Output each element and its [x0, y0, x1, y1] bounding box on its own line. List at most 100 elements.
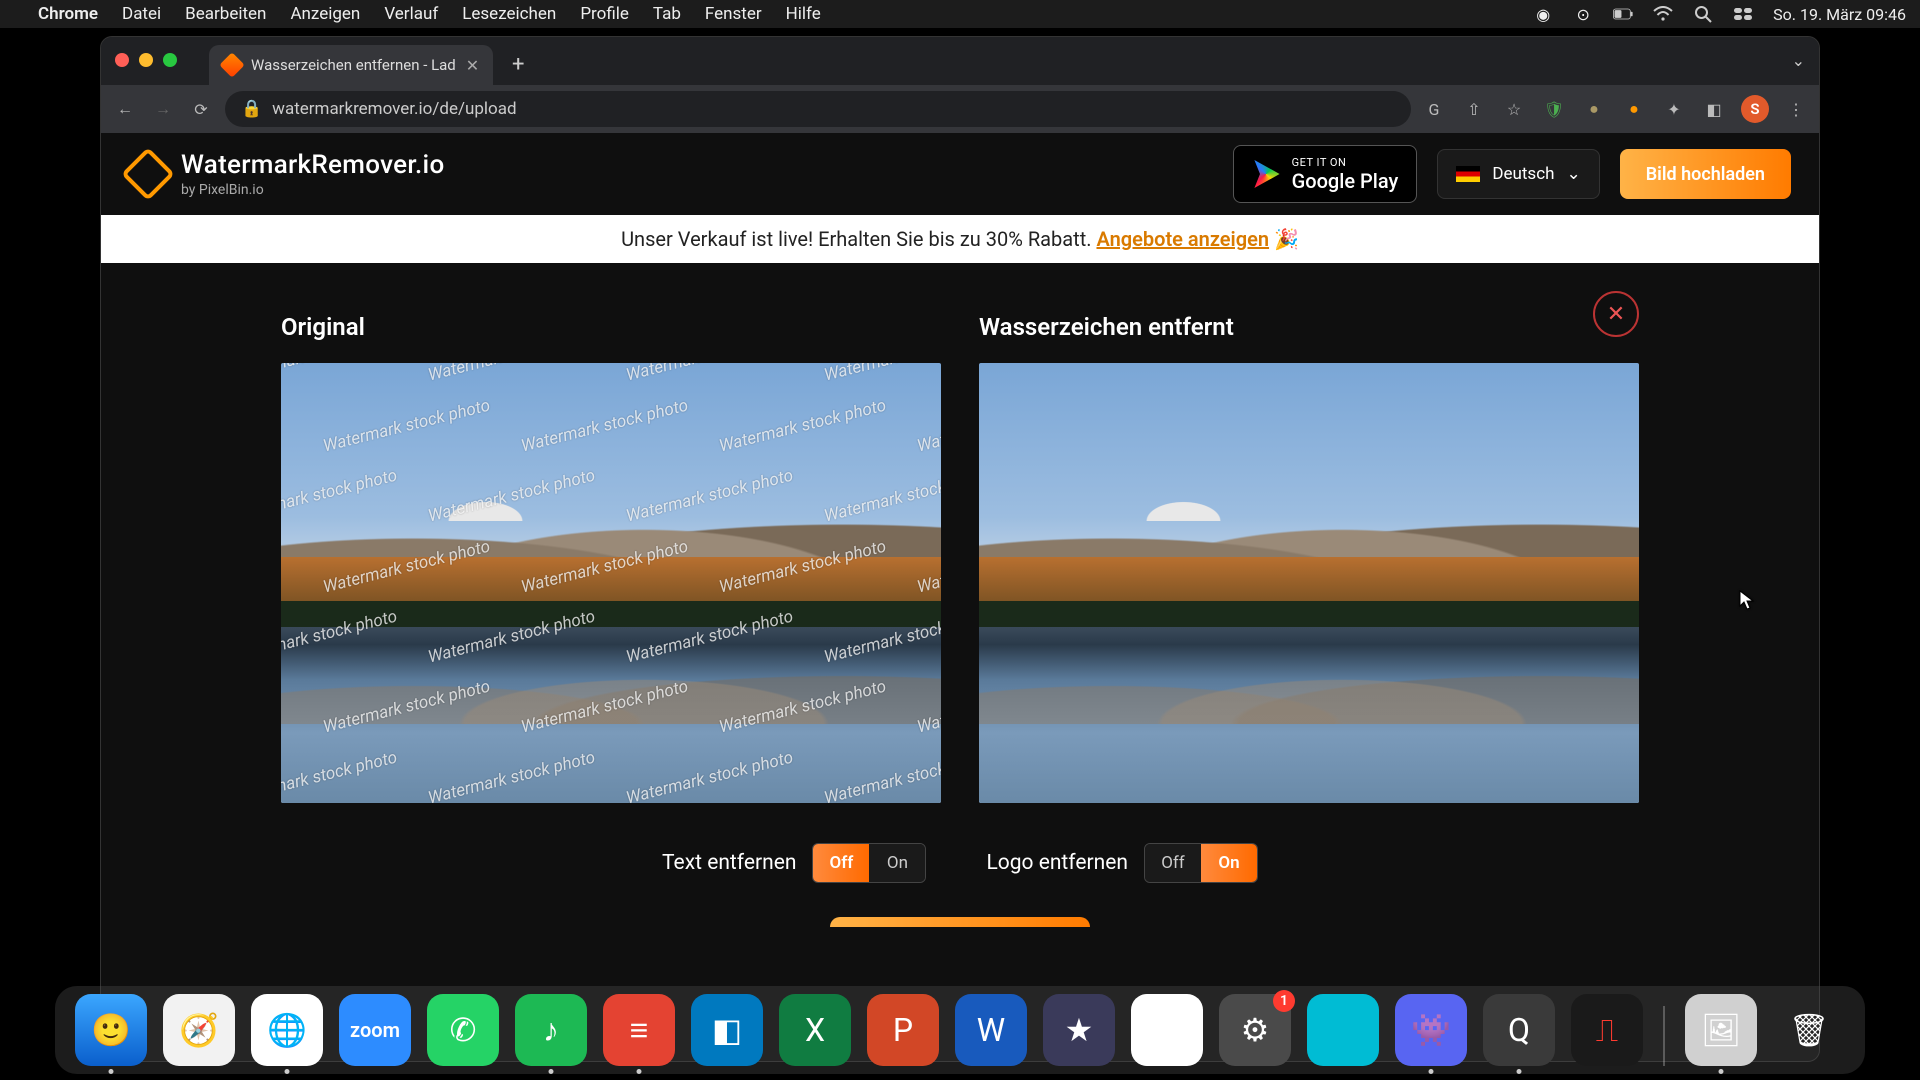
original-image: Watermark stock photoWatermark stock pho… [281, 363, 941, 803]
brand-name: WatermarkRemover.io [181, 150, 445, 180]
reload-button[interactable]: ⟳ [187, 95, 215, 123]
menu-fenster[interactable]: Fenster [705, 4, 762, 24]
spotlight-icon[interactable] [1693, 4, 1713, 24]
minimize-window-button[interactable] [139, 53, 153, 67]
logo-remove-label: Logo entfernen [986, 851, 1128, 875]
dock-powerpoint[interactable]: P [867, 994, 939, 1066]
mouse-cursor [1739, 590, 1755, 612]
extension-icon-2[interactable]: ● [1621, 96, 1647, 122]
menu-verlauf[interactable]: Verlauf [384, 4, 438, 24]
original-heading: Original [281, 313, 941, 341]
result-heading: Wasserzeichen entfernt [979, 313, 1639, 341]
controls-row: Text entfernen Off On Logo entfernen Off… [281, 843, 1639, 883]
gplay-small-text: GET IT ON [1292, 156, 1399, 169]
menu-bearbeiten[interactable]: Bearbeiten [185, 4, 266, 24]
bookmark-icon[interactable]: ☆ [1501, 96, 1527, 122]
window-controls [115, 53, 177, 67]
promo-emoji: 🎉 [1269, 227, 1299, 251]
dock-word[interactable]: W [955, 994, 1027, 1066]
tab-strip: Wasserzeichen entfernen - Lad ✕ + ⌄ [101, 37, 1819, 85]
download-button-partial[interactable] [830, 917, 1090, 927]
text-toggle-on[interactable]: On [869, 844, 925, 882]
promo-text: Unser Verkauf ist live! Erhalten Sie bis… [621, 227, 1096, 251]
screen-record-icon[interactable]: ⊙ [1573, 4, 1593, 24]
tab-favicon [219, 52, 244, 77]
dock-quicktime[interactable]: Q [1483, 994, 1555, 1066]
dock-discord[interactable]: 👾 [1395, 994, 1467, 1066]
share-icon[interactable]: ⇧ [1461, 96, 1487, 122]
dock-voice-memos[interactable]: ⎍ [1571, 994, 1643, 1066]
dock-chrome[interactable]: 🌐 [251, 994, 323, 1066]
watermark-overlay: Watermark stock photoWatermark stock pho… [281, 363, 941, 803]
promo-link[interactable]: Angebote anzeigen [1096, 227, 1269, 251]
text-remove-toggle[interactable]: Off On [812, 843, 926, 883]
site-logo[interactable]: WatermarkRemover.io by PixelBin.io [129, 150, 445, 198]
wifi-icon[interactable] [1653, 4, 1673, 24]
menu-hilfe[interactable]: Hilfe [786, 4, 821, 24]
sidepanel-icon[interactable]: ◧ [1701, 96, 1727, 122]
page-content: WatermarkRemover.io by PixelBin.io GET I… [101, 133, 1819, 1061]
upload-button[interactable]: Bild hochladen [1620, 149, 1791, 199]
result-image [979, 363, 1639, 803]
flag-de-icon [1456, 166, 1480, 182]
menu-anzeigen[interactable]: Anzeigen [290, 4, 360, 24]
extensions-puzzle-icon[interactable]: ✦ [1661, 96, 1687, 122]
promo-banner: Unser Verkauf ist live! Erhalten Sie bis… [101, 215, 1819, 263]
url-text: watermarkremover.io/de/upload [272, 99, 516, 119]
translate-icon[interactable]: G [1421, 96, 1447, 122]
dock-separator [1663, 1006, 1665, 1066]
tab-title: Wasserzeichen entfernen - Lad [251, 56, 456, 74]
profile-avatar[interactable]: S [1741, 95, 1769, 123]
dock-settings[interactable]: ⚙1 [1219, 994, 1291, 1066]
result-column: Wasserzeichen entfernt [979, 313, 1639, 803]
text-toggle-off[interactable]: Off [813, 844, 869, 882]
logo-toggle-on[interactable]: On [1201, 844, 1257, 882]
macos-menubar: Chrome Datei Bearbeiten Anzeigen Verlauf… [0, 0, 1920, 28]
site-header: WatermarkRemover.io by PixelBin.io GET I… [101, 133, 1819, 215]
fullscreen-window-button[interactable] [163, 53, 177, 67]
logo-remove-toggle[interactable]: Off On [1144, 843, 1258, 883]
record-icon[interactable]: ◉ [1533, 4, 1553, 24]
menu-profile[interactable]: Profile [580, 4, 629, 24]
dock-trash[interactable]: 🗑 [1773, 994, 1845, 1066]
dock-spotify[interactable]: ♪ [515, 994, 587, 1066]
menu-lesezeichen[interactable]: Lesezeichen [462, 4, 556, 24]
original-column: Original Watermark stock photoWatermark … [281, 313, 941, 803]
menubar-clock[interactable]: So. 19. März 09:46 [1773, 5, 1906, 24]
dock-zoom[interactable]: zoom [339, 994, 411, 1066]
browser-tab[interactable]: Wasserzeichen entfernen - Lad ✕ [209, 45, 493, 85]
tab-list-dropdown-icon[interactable]: ⌄ [1792, 51, 1805, 70]
menu-tab[interactable]: Tab [653, 4, 681, 24]
back-button[interactable]: ← [111, 95, 139, 123]
chrome-menu-icon[interactable]: ⋮ [1783, 96, 1809, 122]
text-remove-control: Text entfernen Off On [662, 843, 926, 883]
extension-icon-1[interactable]: ● [1581, 96, 1607, 122]
close-tab-icon[interactable]: ✕ [466, 56, 479, 75]
dock-excel[interactable]: X [779, 994, 851, 1066]
dock-todoist[interactable]: ≡ [603, 994, 675, 1066]
dock-imovie[interactable]: ★ [1043, 994, 1115, 1066]
app-menu[interactable]: Chrome [38, 4, 98, 24]
close-result-button[interactable]: ✕ [1593, 291, 1639, 337]
control-center-icon[interactable] [1733, 4, 1753, 24]
battery-icon[interactable] [1613, 4, 1633, 24]
new-tab-button[interactable]: + [503, 49, 533, 79]
omnibox[interactable]: 🔒 watermarkremover.io/de/upload [225, 91, 1411, 127]
dock-finder[interactable]: 🙂 [75, 994, 147, 1066]
forward-button[interactable]: → [149, 95, 177, 123]
dock-preview[interactable]: 🖼 [1685, 994, 1757, 1066]
close-window-button[interactable] [115, 53, 129, 67]
dock-safari[interactable]: 🧭 [163, 994, 235, 1066]
dock-drive[interactable]: △ [1131, 994, 1203, 1066]
language-selector[interactable]: Deutsch ⌄ [1437, 149, 1599, 199]
google-play-button[interactable]: GET IT ON Google Play [1233, 145, 1418, 203]
chrome-window: Wasserzeichen entfernen - Lad ✕ + ⌄ ← → … [100, 36, 1820, 1062]
extension-shield-icon[interactable]: 🛡 [1541, 96, 1567, 122]
menu-datei[interactable]: Datei [122, 4, 161, 24]
dock-whatsapp[interactable]: ✆ [427, 994, 499, 1066]
logo-toggle-off[interactable]: Off [1145, 844, 1201, 882]
dock-trello[interactable]: ◧ [691, 994, 763, 1066]
dock-app-teal[interactable] [1307, 994, 1379, 1066]
workspace: ✕ Original Watermark stock photoWatermar… [101, 263, 1819, 927]
macos-dock: 🙂 🧭 🌐 zoom ✆ ♪ ≡ ◧ X P W ★ △ ⚙1 👾 Q ⎍ 🖼 … [55, 986, 1865, 1074]
